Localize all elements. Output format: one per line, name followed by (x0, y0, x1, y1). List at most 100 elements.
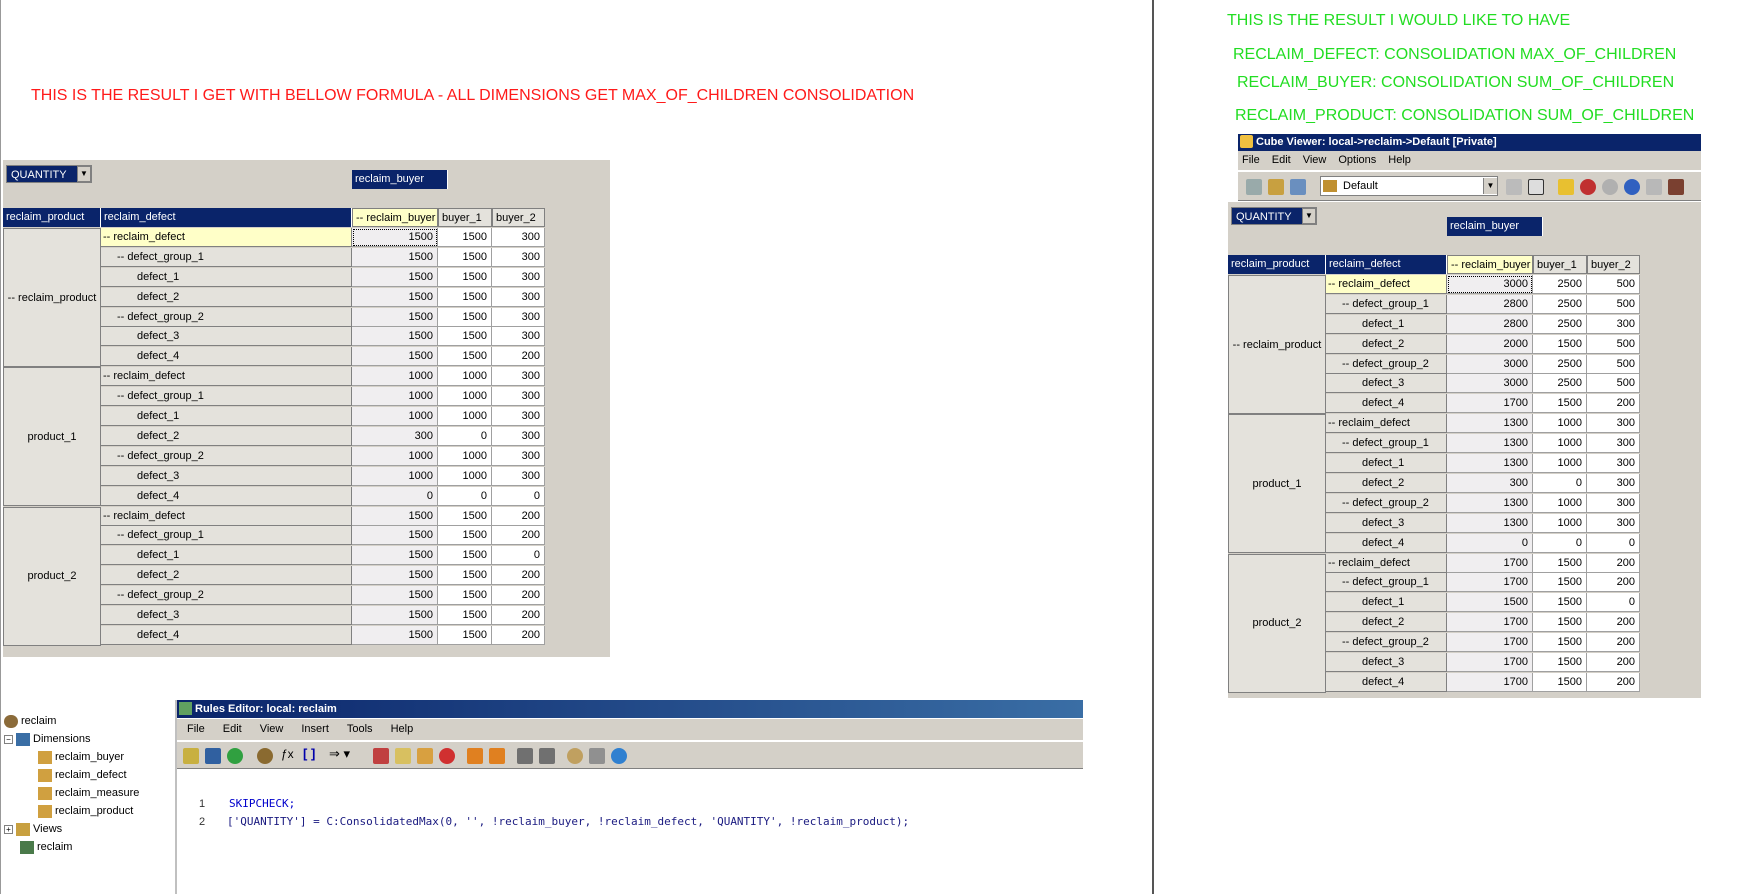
re-menu-view[interactable]: View (260, 719, 284, 740)
check-syntax-icon[interactable] (227, 748, 243, 764)
data-cell[interactable]: 1500 (438, 307, 492, 327)
row-header-defect[interactable]: defect_2 (101, 287, 352, 307)
data-cell[interactable]: 1700 (1447, 653, 1533, 672)
data-cell[interactable]: 300 (492, 387, 545, 407)
data-cell[interactable]: 1500 (352, 606, 438, 625)
data-cell[interactable]: 1500 (352, 586, 438, 606)
code-line-1[interactable]: SKIPCHECK; (229, 796, 295, 812)
row-header-defect[interactable]: defect_1 (1326, 454, 1447, 473)
row-header-defect[interactable]: defect_3 (1326, 374, 1447, 394)
copy-icon[interactable] (395, 748, 411, 764)
open-icon[interactable] (183, 748, 199, 764)
row-dimension-header[interactable]: reclaim_product (3, 208, 101, 227)
data-cell[interactable]: 2500 (1533, 354, 1587, 374)
data-cell[interactable]: 200 (492, 566, 545, 586)
row-header-defect[interactable]: defect_2 (101, 426, 352, 446)
re-menu-file[interactable]: File (187, 719, 205, 740)
data-cell[interactable]: 500 (1587, 334, 1640, 354)
menu-help[interactable]: Help (1388, 151, 1411, 170)
data-cell[interactable]: 1300 (1447, 434, 1533, 454)
data-cell[interactable]: 2800 (1447, 294, 1533, 314)
column-header[interactable]: buyer_2 (1587, 255, 1640, 274)
column-header[interactable]: -- reclaim_buyer (1447, 255, 1533, 274)
row-header-defect[interactable]: defect_4 (1326, 533, 1447, 553)
code-line-2[interactable]: ['QUANTITY'] = C:ConsolidatedMax(0, '', … (227, 814, 909, 830)
row-header-defect[interactable]: -- defect_group_1 (1326, 434, 1447, 454)
data-cell[interactable]: 200 (492, 606, 545, 625)
row-header-defect[interactable]: defect_1 (101, 407, 352, 426)
row-header-defect[interactable]: -- defect_group_1 (1326, 573, 1447, 593)
column-header[interactable]: -- reclaim_buyer (352, 208, 438, 227)
data-cell[interactable]: 200 (492, 586, 545, 606)
data-cell[interactable]: 300 (492, 446, 545, 466)
row-header-defect[interactable]: -- reclaim_defect (101, 367, 352, 387)
data-cell[interactable]: 1500 (1447, 593, 1533, 613)
data-cell[interactable]: 1500 (352, 546, 438, 566)
recalc-icon[interactable] (1246, 179, 1262, 195)
row-header-defect[interactable]: defect_3 (101, 466, 352, 486)
row-header-defect[interactable]: -- defect_group_2 (1326, 493, 1447, 513)
row-header-defect[interactable]: defect_4 (1326, 394, 1447, 414)
data-cell[interactable]: 200 (492, 506, 545, 526)
row-header-defect[interactable]: -- defect_group_2 (1326, 354, 1447, 374)
row-dimension-header[interactable]: reclaim_defect (101, 208, 352, 227)
data-cell[interactable]: 1500 (352, 625, 438, 645)
data-cell[interactable]: 1500 (1533, 633, 1587, 653)
paste-icon[interactable] (417, 748, 433, 764)
data-cell[interactable]: 200 (1587, 633, 1640, 653)
data-cell[interactable]: 1000 (352, 387, 438, 407)
indent-icon[interactable] (517, 748, 533, 764)
data-cell[interactable]: 0 (492, 546, 545, 566)
options-icon[interactable] (1668, 179, 1684, 195)
data-cell[interactable]: 200 (1587, 573, 1640, 593)
data-cell[interactable]: 2500 (1533, 374, 1587, 394)
data-cell[interactable]: 1000 (1533, 513, 1587, 533)
row-header-defect[interactable]: -- defect_group_2 (1326, 633, 1447, 653)
row-header-product[interactable]: product_1 (1228, 414, 1326, 554)
data-cell[interactable]: 1500 (438, 566, 492, 586)
help-icon[interactable] (611, 748, 627, 764)
rules-editor-code-area[interactable]: 1 2 SKIPCHECK; ['QUANTITY'] = C:Consolid… (177, 770, 1083, 874)
data-cell[interactable]: 300 (1587, 434, 1640, 454)
data-cell[interactable]: 300 (1587, 513, 1640, 533)
data-cell[interactable]: 1500 (352, 267, 438, 287)
row-header-defect[interactable]: defect_3 (101, 606, 352, 625)
data-cell[interactable]: 1500 (438, 625, 492, 645)
function-icon[interactable]: ƒx (281, 747, 294, 761)
row-header-defect[interactable]: defect_1 (101, 546, 352, 566)
data-cell[interactable]: 300 (492, 407, 545, 426)
data-cell[interactable]: 1000 (1533, 434, 1587, 454)
data-cell[interactable]: 1500 (1533, 394, 1587, 414)
tree-dimensions[interactable]: − Dimensions (4, 731, 90, 747)
find-icon[interactable] (567, 748, 583, 764)
tree-dim-item[interactable]: reclaim_product (38, 803, 133, 819)
data-cell[interactable]: 300 (492, 367, 545, 387)
data-cell[interactable]: 1700 (1447, 573, 1533, 593)
data-cell[interactable]: 1000 (438, 466, 492, 486)
data-cell[interactable]: 2500 (1533, 274, 1587, 294)
data-cell[interactable]: 1300 (1447, 513, 1533, 533)
data-cell[interactable]: 1500 (438, 267, 492, 287)
data-cell[interactable]: 300 (352, 426, 438, 446)
data-cell[interactable]: 300 (1447, 473, 1533, 493)
data-cell[interactable]: 1500 (352, 247, 438, 267)
data-cell[interactable]: 1500 (438, 327, 492, 347)
data-cell[interactable]: 3000 (1447, 354, 1533, 374)
data-cell[interactable]: 1500 (438, 247, 492, 267)
re-menu-help[interactable]: Help (391, 719, 414, 740)
data-cell[interactable]: 1500 (438, 606, 492, 625)
row-header-defect[interactable]: defect_2 (101, 566, 352, 586)
data-cell[interactable]: 1500 (1533, 653, 1587, 672)
data-cell[interactable]: 3000 (1447, 374, 1533, 394)
data-cell[interactable]: 1700 (1447, 672, 1533, 692)
data-cell[interactable]: 1500 (438, 347, 492, 367)
view-select[interactable]: Default (1320, 176, 1498, 196)
data-cell[interactable]: 300 (492, 426, 545, 446)
subset-icon[interactable] (1290, 179, 1306, 195)
grid-icon[interactable] (1506, 179, 1522, 195)
data-cell[interactable]: 1000 (352, 466, 438, 486)
data-cell[interactable]: 1500 (352, 526, 438, 546)
chevron-down-icon[interactable]: ▼ (1302, 208, 1316, 224)
data-cell[interactable]: 1500 (438, 287, 492, 307)
row-header-defect[interactable]: defect_1 (1326, 314, 1447, 334)
